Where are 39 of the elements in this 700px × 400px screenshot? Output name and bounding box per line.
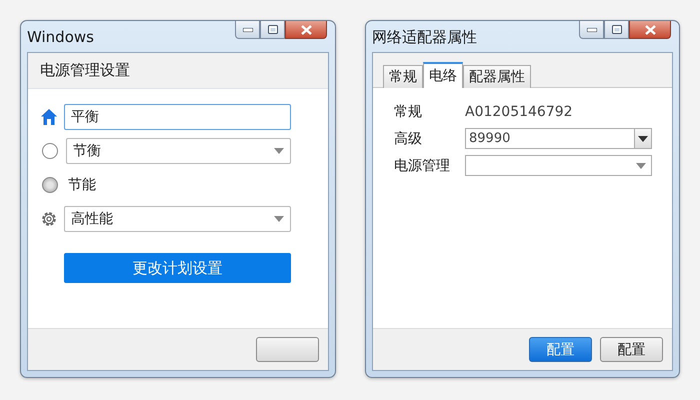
gear-icon	[40, 210, 58, 228]
field-value: A01205146792	[465, 103, 574, 122]
maximize-button[interactable]	[260, 21, 285, 39]
dropdown[interactable]: 89990	[465, 128, 652, 149]
field-label: 常规	[394, 103, 423, 121]
change-plan-button[interactable]: 更改计划设置	[64, 253, 291, 283]
caret-icon	[274, 216, 284, 222]
dropdown[interactable]: 高性能	[64, 206, 291, 232]
tab[interactable]: 电络	[423, 62, 463, 88]
radio-button[interactable]	[42, 143, 58, 159]
tab[interactable]: 常规	[383, 65, 423, 88]
caret-icon	[636, 162, 646, 168]
window-title: Windows	[27, 28, 94, 46]
dialog-button[interactable]	[256, 337, 319, 362]
panel-header: 电源管理设置	[28, 53, 328, 89]
maximize-button[interactable]	[604, 21, 629, 39]
caret-icon	[638, 136, 648, 142]
option-label: 节能	[67, 176, 96, 194]
dialog-button[interactable]: 配置	[600, 337, 663, 362]
close-button[interactable]	[285, 21, 327, 39]
close-icon	[300, 24, 312, 34]
home-icon	[40, 108, 58, 126]
radio-button[interactable]	[42, 177, 58, 193]
window-title: 网络适配器属性	[372, 28, 477, 47]
close-icon	[644, 24, 656, 34]
text-input[interactable]: 平衡	[64, 104, 291, 130]
field-label: 电源管理	[394, 156, 451, 174]
dropdown[interactable]: 节衡	[66, 138, 291, 164]
minimize-icon	[586, 28, 596, 32]
tab[interactable]: 配器属性	[463, 65, 531, 88]
maximize-icon	[612, 25, 622, 34]
minimize-icon	[242, 28, 252, 32]
minimize-button[interactable]	[579, 21, 604, 39]
maximize-icon	[268, 25, 278, 34]
dialog-button[interactable]: 配置	[529, 337, 592, 362]
close-button[interactable]	[629, 21, 671, 39]
caret-icon	[274, 148, 284, 154]
field-label: 高级	[394, 130, 423, 148]
minimize-button[interactable]	[235, 21, 260, 39]
